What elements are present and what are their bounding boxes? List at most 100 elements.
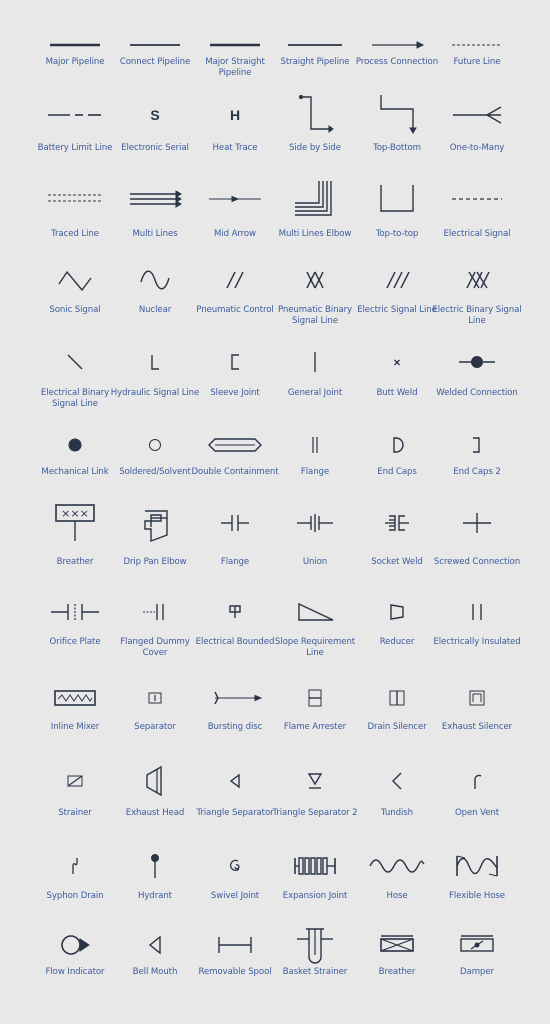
symbol-label: Separator [134, 722, 176, 732]
symbol-label: End Caps [377, 467, 417, 477]
symbol-label: Traced Line [51, 229, 99, 239]
exhaust-silencer-icon [447, 678, 507, 718]
pneumatic-binary-icon [285, 260, 345, 300]
breather-box-icon [367, 925, 427, 965]
symbol-label: Welded Connection [436, 388, 518, 398]
symbol-label: Removable Spool [198, 967, 272, 977]
orifice-plate-icon [45, 592, 105, 632]
symbol-label: Triangle Separator 2 [272, 808, 358, 818]
expansion-joint-icon [285, 846, 345, 886]
multi-lines-elbow-icon [285, 179, 345, 219]
symbol-label: Side by Side [289, 143, 341, 153]
symbol-label: Hydraulic Signal Line [110, 388, 200, 398]
symbol-label: Triangle Separator [196, 808, 274, 818]
symbol-label: Major Straight Pipeline [205, 57, 265, 78]
symbol-label: Electrically Insulated [433, 637, 521, 647]
symbol-label: Electrical Binary Signal Line [40, 388, 110, 409]
symbol-label: Syphon Drain [46, 891, 104, 901]
symbol-label: Bursting disc [207, 722, 263, 732]
symbol-label: Straight Pipeline [280, 57, 350, 67]
inline-mixer-icon [45, 678, 105, 718]
damper-icon [447, 925, 507, 965]
symbol-label: Flanged Dummy Cover [120, 637, 190, 658]
symbol-label: Heat Trace [212, 143, 258, 153]
symbol-label: Mid Arrow [214, 229, 256, 239]
symbol-label: Sleeve Joint [210, 388, 260, 398]
union-icon [285, 503, 345, 543]
hose-icon [367, 846, 427, 886]
symbol-label: Nuclear [138, 305, 172, 315]
pneumatic-control-icon [205, 260, 265, 300]
flange-double-line-icon [285, 425, 345, 465]
drain-silencer-icon [367, 678, 427, 718]
symbol-label: Electric Binary Signal Line [432, 305, 522, 326]
removable-spool-icon [205, 925, 265, 965]
flame-arrester-icon [285, 678, 345, 718]
symbol-label: Electrical Signal [443, 229, 511, 239]
symbol-label: Pneumatic Binary Signal Line [277, 305, 353, 326]
symbol-label: Multi Lines [132, 229, 178, 239]
symbol-label: Electric Signal Line [357, 305, 437, 315]
symbol-label: Connect Pipeline [119, 57, 191, 67]
symbol-label: Flexible Hose [449, 891, 505, 901]
general-joint-icon [285, 342, 345, 382]
flange-icon [205, 503, 265, 543]
symbol-label: Top-to-top [375, 229, 419, 239]
electronic-serial-icon: S [125, 95, 185, 135]
symbol-label: Orifice Plate [49, 637, 101, 647]
double-containment-icon [205, 425, 265, 465]
end-caps-2-icon [447, 425, 507, 465]
strainer-icon [45, 761, 105, 801]
symbol-label: Strainer [58, 808, 92, 818]
triangle-separator-icon [205, 761, 265, 801]
swivel-joint-icon [205, 846, 265, 886]
end-caps-icon [367, 425, 427, 465]
flanged-dummy-cover-icon [125, 592, 185, 632]
electric-signal-line-icon [367, 260, 427, 300]
symbol-label: Butt Weld [376, 388, 418, 398]
symbol-label: End Caps 2 [453, 467, 501, 477]
symbol-label: General Joint [287, 388, 343, 398]
svg-text:S: S [150, 107, 159, 123]
symbol-label: Top-Bottom [373, 143, 421, 153]
triangle-separator-2-icon [285, 761, 345, 801]
symbol-label: Electrical Bounded [195, 637, 275, 647]
basket-strainer-icon [285, 925, 345, 965]
syphon-drain-icon [45, 846, 105, 886]
symbol-label: Double Containment [191, 467, 279, 477]
electrically-insulated-icon [447, 592, 507, 632]
symbol-label: Electronic Serial [121, 143, 189, 153]
mid-arrow-icon [205, 179, 265, 219]
battery-limit-line-icon [45, 95, 105, 135]
svg-text:H: H [230, 107, 240, 123]
hydrant-icon [125, 846, 185, 886]
symbol-label: Drain Silencer [367, 722, 427, 732]
mechanical-link-icon [45, 425, 105, 465]
one-to-many-icon [447, 95, 507, 135]
separator-icon [125, 678, 185, 718]
drip-pan-elbow-icon [125, 503, 185, 543]
symbol-label: Process Connection [355, 57, 439, 67]
exhaust-head-icon [125, 761, 185, 801]
electrical-signal-icon [447, 179, 507, 219]
butt-weld-icon: × [367, 342, 427, 382]
symbol-label: Swivel Joint [210, 891, 260, 901]
symbol-label: Tundish [381, 808, 413, 818]
breather-xxx-icon: ××× [45, 503, 105, 543]
symbol-label: Hose [386, 891, 408, 901]
bursting-disc-icon [205, 678, 265, 718]
tundish-icon [367, 761, 427, 801]
symbol-label: Breather [378, 967, 416, 977]
symbol-label: Sonic Signal [49, 305, 101, 315]
flow-indicator-icon [45, 925, 105, 965]
welded-connection-icon [447, 342, 507, 382]
symbol-label: One-to-Many [449, 143, 505, 153]
side-by-side-icon [285, 94, 345, 135]
symbol-label: Pneumatic Control [196, 305, 274, 315]
sonic-signal-icon [45, 260, 105, 300]
electrical-bounded-icon [205, 592, 265, 632]
top-to-top-icon [367, 179, 427, 219]
multi-lines-icon [125, 179, 185, 219]
symbol-label: Multi Lines Elbow [278, 229, 352, 239]
symbol-label: Future Line [453, 57, 501, 67]
